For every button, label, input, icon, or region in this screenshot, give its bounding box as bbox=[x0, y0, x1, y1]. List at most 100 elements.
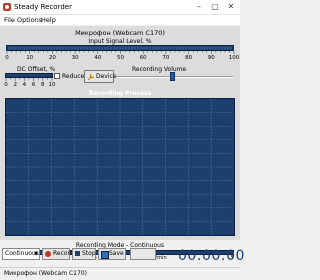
meter-segment bbox=[200, 46, 202, 50]
meter-segment bbox=[95, 46, 97, 50]
meter-segment bbox=[104, 46, 106, 50]
meter-segment bbox=[155, 46, 157, 50]
reduce-label: Reduce bbox=[62, 73, 85, 80]
meter-segment bbox=[44, 46, 46, 50]
recording-process-caption: Recording Process bbox=[88, 90, 152, 97]
device-button-label: Device bbox=[96, 73, 117, 80]
scale-label: 90 bbox=[207, 55, 215, 61]
meter-segment bbox=[107, 46, 109, 50]
meter-segment bbox=[14, 46, 16, 50]
meter-segments bbox=[8, 46, 232, 50]
meter-segment bbox=[11, 46, 13, 50]
meter-segment bbox=[218, 46, 220, 50]
meter-segment bbox=[80, 46, 82, 50]
meter-segment bbox=[125, 46, 127, 50]
close-button[interactable]: ✕ bbox=[223, 1, 239, 13]
meter-segment bbox=[170, 46, 172, 50]
meter-segment bbox=[143, 46, 145, 50]
meter-segment bbox=[179, 46, 181, 50]
meter-segment bbox=[35, 46, 37, 50]
device-button[interactable]: Device bbox=[84, 70, 117, 83]
extra-button[interactable] bbox=[130, 248, 156, 260]
meter-segment bbox=[128, 46, 130, 50]
meter-segment bbox=[212, 46, 214, 50]
meter-segment bbox=[140, 46, 142, 50]
stop-button[interactable]: Stop bbox=[72, 248, 96, 260]
scale-label: 30 bbox=[71, 55, 79, 61]
meter-segment bbox=[101, 46, 103, 50]
meter-segment bbox=[137, 46, 139, 50]
meter-segment bbox=[230, 46, 232, 50]
meter-segment bbox=[23, 46, 25, 50]
meter-segment bbox=[206, 46, 208, 50]
meter-segment bbox=[47, 46, 49, 50]
menu-options[interactable]: Options bbox=[17, 16, 42, 24]
scale-label: 0 bbox=[5, 55, 9, 61]
meter-segment bbox=[26, 46, 28, 50]
scale-label: 80 bbox=[185, 55, 193, 61]
meter-segment bbox=[86, 46, 88, 50]
meter-segment bbox=[20, 46, 22, 50]
meter-segment bbox=[8, 46, 10, 50]
meter-segment bbox=[227, 46, 229, 50]
meter-segment bbox=[173, 46, 175, 50]
meter-segment bbox=[149, 46, 151, 50]
meter-segment bbox=[134, 46, 136, 50]
recording-volume-slider[interactable] bbox=[170, 72, 175, 81]
meter-segment bbox=[197, 46, 199, 50]
window-title: Steady Recorder bbox=[14, 3, 72, 11]
meter-segment bbox=[176, 46, 178, 50]
meter-segment bbox=[152, 46, 154, 50]
meter-segment bbox=[131, 46, 133, 50]
meter-segment bbox=[50, 46, 52, 50]
input-level-scale: 0 10 20 30 40 50 60 70 80 90 100 bbox=[5, 51, 239, 62]
maximize-button[interactable]: ▢ bbox=[207, 1, 223, 13]
meter-segment bbox=[77, 46, 79, 50]
menu-help[interactable]: Help bbox=[41, 16, 56, 24]
save-button[interactable]: Save bbox=[98, 248, 126, 260]
meter-segment bbox=[53, 46, 55, 50]
meter-segment bbox=[146, 46, 148, 50]
meter-segment bbox=[182, 46, 184, 50]
meter-segment bbox=[215, 46, 217, 50]
meter-segment bbox=[113, 46, 115, 50]
recording-volume-track bbox=[117, 76, 233, 78]
scale-label: 50 bbox=[117, 55, 124, 61]
record-icon bbox=[45, 251, 51, 257]
status-text: Микрофон (Webcam C170) bbox=[4, 270, 87, 277]
recording-grid bbox=[6, 99, 234, 235]
meter-segment bbox=[167, 46, 169, 50]
meter-segment bbox=[185, 46, 187, 50]
meter-segment bbox=[221, 46, 223, 50]
minimize-button[interactable]: – bbox=[191, 1, 207, 13]
elapsed-timer: 00:00:00 bbox=[178, 248, 245, 264]
meter-segment bbox=[56, 46, 58, 50]
scale-label: 60 bbox=[139, 55, 147, 61]
meter-segment bbox=[194, 46, 196, 50]
meter-segment bbox=[74, 46, 76, 50]
meter-segment bbox=[203, 46, 205, 50]
device-title: Микрофон (Webcam C170) bbox=[75, 29, 165, 37]
meter-segment bbox=[92, 46, 94, 50]
meter-segment bbox=[38, 46, 40, 50]
scale-label: 10 bbox=[26, 55, 34, 61]
menu-file[interactable]: File bbox=[4, 16, 15, 24]
meter-segment bbox=[164, 46, 166, 50]
meter-segment bbox=[110, 46, 112, 50]
input-level-caption: Input Signal Level, % bbox=[88, 38, 152, 45]
recording-graph bbox=[5, 98, 235, 236]
mode-select[interactable]: Continuous ▼ bbox=[2, 248, 40, 260]
meter-segment bbox=[83, 46, 85, 50]
record-button[interactable]: Record bbox=[42, 248, 74, 260]
app-icon bbox=[3, 3, 11, 11]
meter-segment bbox=[161, 46, 163, 50]
stop-icon bbox=[75, 251, 80, 256]
record-button-label: Record bbox=[53, 250, 74, 257]
reduce-checkbox[interactable] bbox=[54, 73, 60, 79]
meter-segment bbox=[17, 46, 19, 50]
meter-segment bbox=[29, 46, 31, 50]
meter-segment bbox=[41, 46, 43, 50]
meter-segment bbox=[89, 46, 91, 50]
save-button-label: Save bbox=[109, 250, 124, 257]
meter-segment bbox=[191, 46, 193, 50]
